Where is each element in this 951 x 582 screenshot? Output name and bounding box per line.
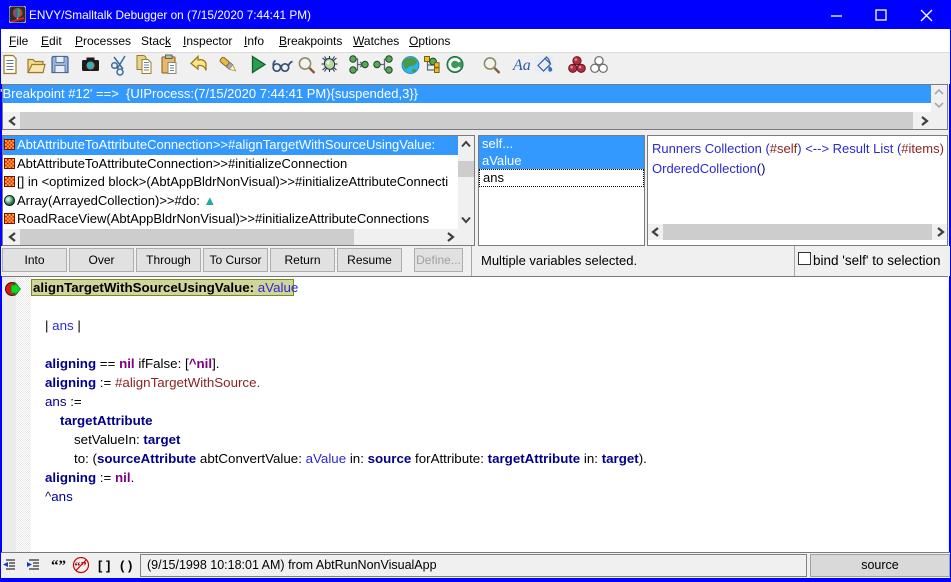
- svg-text:[ ]: [ ]: [98, 558, 110, 573]
- svg-text:“”: “”: [51, 558, 66, 574]
- svg-text:Aa: Aa: [512, 57, 531, 74]
- svg-text:( ): ( ): [120, 558, 132, 573]
